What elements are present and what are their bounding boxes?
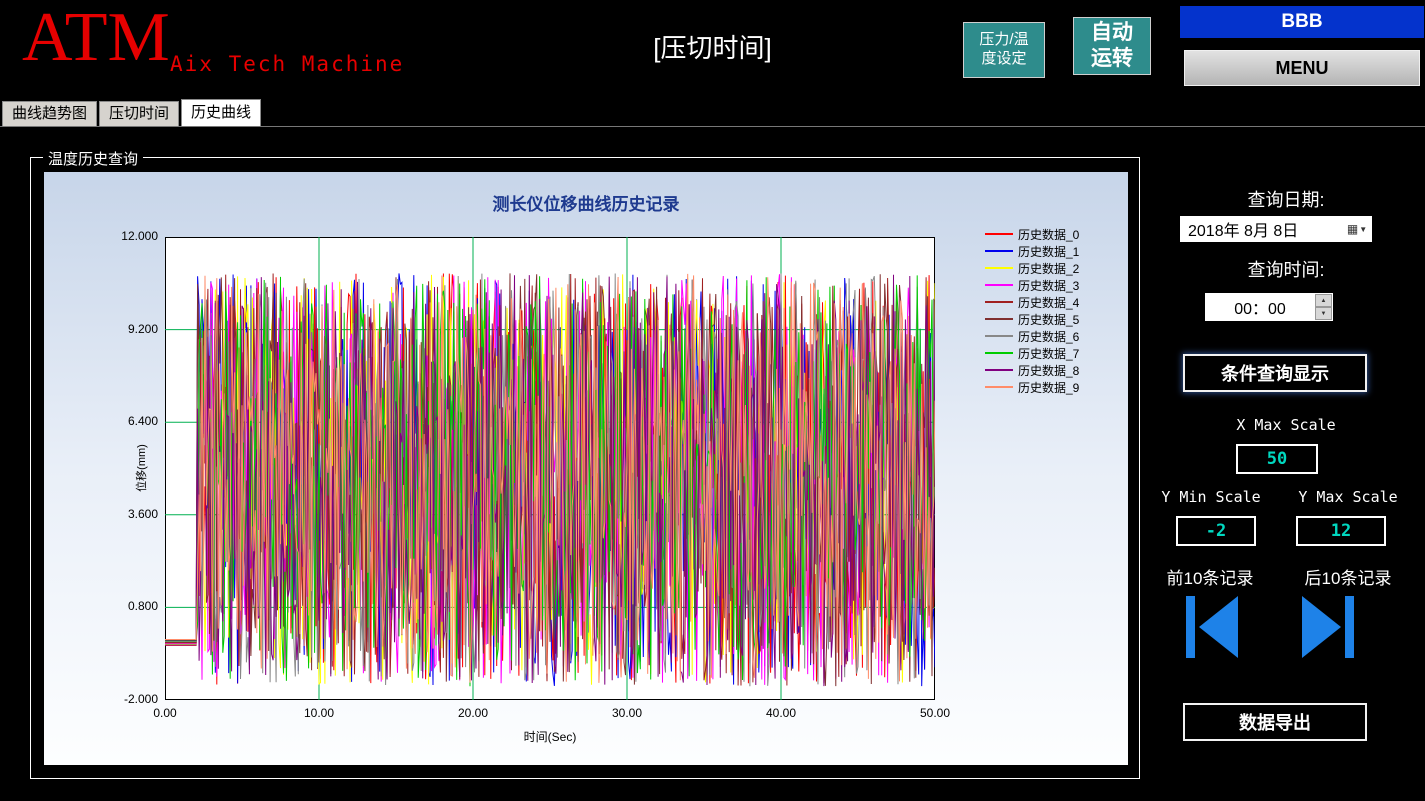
spin-down-button[interactable]: ▼	[1315, 307, 1332, 320]
x-tick-label: 50.00	[919, 706, 951, 720]
x-tick-label: 30.00	[611, 706, 643, 720]
y-max-scale-input[interactable]: 12	[1296, 516, 1386, 546]
legend-swatch	[985, 233, 1013, 235]
date-picker[interactable]: 2018年 8月 8日 ▦ ▼	[1180, 216, 1372, 242]
calendar-dropdown-button[interactable]: ▦ ▼	[1342, 216, 1372, 242]
tab-curve-trend[interactable]: 曲线趋势图	[2, 101, 98, 126]
next-10-records-button[interactable]	[1302, 596, 1354, 658]
legend-item: 历史数据_6	[985, 328, 1127, 344]
y-tick-label: 9.200	[127, 322, 158, 336]
legend-label: 历史数据_4	[1018, 295, 1080, 310]
legend-label: 历史数据_9	[1018, 380, 1080, 395]
y-tick-label: 6.400	[127, 414, 158, 428]
time-picker[interactable]: 00：00 ▲ ▼	[1205, 293, 1333, 321]
legend-swatch	[985, 301, 1013, 303]
time-value: 00：00	[1234, 301, 1286, 318]
auto-run-label-line2: 运转	[1091, 47, 1133, 70]
x-max-scale-input[interactable]: 50	[1236, 444, 1318, 474]
legend-label: 历史数据_6	[1018, 329, 1080, 344]
prev-10-records-button[interactable]	[1186, 596, 1238, 658]
y-min-scale-input[interactable]: -2	[1176, 516, 1256, 546]
chart-legend: 历史数据_0 历史数据_1 历史数据_2 历史数据_3 历史数据_4 历史数据_5 历史数据…	[985, 226, 1127, 396]
calendar-icon: ▦	[1346, 222, 1359, 236]
pressure-temp-label-line1: 压力/温	[979, 31, 1029, 49]
bbb-banner: BBB	[1180, 6, 1424, 38]
legend-item: 历史数据_1	[985, 243, 1127, 259]
conditional-query-button[interactable]: 条件查询显示	[1183, 354, 1367, 392]
date-value: 2018年 8月 8日	[1188, 223, 1299, 240]
plot-area	[165, 237, 935, 700]
legend-label: 历史数据_7	[1018, 346, 1080, 361]
auto-run-button[interactable]: 自动 运转	[1073, 17, 1151, 75]
auto-run-label-line1: 自动	[1091, 20, 1133, 44]
legend-label: 历史数据_0	[1018, 227, 1080, 242]
y-axis-label: 位移(mm)	[136, 444, 148, 492]
legend-item: 历史数据_3	[985, 277, 1127, 293]
legend-item: 历史数据_0	[985, 226, 1127, 242]
y-tick-label: 3.600	[127, 507, 158, 521]
app-header: ATM Aix Tech Machine [压切时间] 压力/温 度设定 自动 …	[0, 0, 1425, 100]
legend-swatch	[985, 250, 1013, 252]
x-tick-label: 20.00	[457, 706, 489, 720]
groupbox-title: 温度历史查询	[43, 148, 144, 169]
chart-title: 测长仪位移曲线历史记录	[492, 195, 680, 214]
legend-item: 历史数据_4	[985, 294, 1127, 310]
legend-item: 历史数据_8	[985, 362, 1127, 378]
spin-up-button[interactable]: ▲	[1315, 294, 1332, 307]
y-tick-label: -2.000	[123, 692, 158, 706]
time-spinner: ▲ ▼	[1315, 294, 1332, 320]
legend-label: 历史数据_8	[1018, 363, 1080, 378]
query-time-label: 查询时间:	[1247, 260, 1325, 280]
y-tick-label: 12.000	[121, 229, 158, 243]
y-min-scale-label: Y Min Scale	[1161, 488, 1261, 506]
menu-button[interactable]: MENU	[1184, 50, 1420, 86]
legend-label: 历史数据_5	[1018, 312, 1080, 327]
tab-bar: 曲线趋势图 压切时间 历史曲线	[0, 99, 1425, 127]
main-window: ATM Aix Tech Machine [压切时间] 压力/温 度设定 自动 …	[0, 0, 1425, 801]
legend-swatch	[985, 352, 1013, 354]
history-query-groupbox: 温度历史查询 测长仪位移曲线历史记录 12.000 9.200 6.400 3.…	[30, 148, 1140, 779]
legend-label: 历史数据_3	[1018, 278, 1080, 293]
chevron-down-icon: ▼	[1359, 224, 1368, 234]
tab-press-cut-time[interactable]: 压切时间	[99, 101, 180, 126]
x-axis-label: 时间(Sec)	[523, 730, 577, 744]
pressure-temp-label-line2: 度设定	[981, 50, 1027, 67]
legend-swatch	[985, 335, 1013, 337]
query-control-panel: 查询日期: 2018年 8月 8日 ▦ ▼ 查询时间: 00：00 ▲ ▼ 条件…	[1150, 150, 1422, 800]
next-records-label: 后10条记录	[1304, 569, 1392, 588]
legend-label: 历史数据_1	[1018, 244, 1080, 259]
legend-swatch	[985, 267, 1013, 269]
x-tick-label: 0.00	[153, 706, 177, 720]
pressure-temp-setting-button[interactable]: 压力/温 度设定	[963, 22, 1045, 78]
legend-swatch	[985, 386, 1013, 388]
legend-label: 历史数据_2	[1018, 261, 1080, 276]
query-date-label: 查询日期:	[1247, 190, 1325, 210]
tab-history-curve[interactable]: 历史曲线	[181, 99, 262, 126]
x-max-scale-label: X Max Scale	[1236, 416, 1336, 434]
legend-item: 历史数据_9	[985, 379, 1127, 395]
data-export-button[interactable]: 数据导出	[1183, 703, 1367, 741]
legend-item: 历史数据_5	[985, 311, 1127, 327]
prev-records-label: 前10条记录	[1166, 569, 1254, 588]
x-tick-label: 40.00	[765, 706, 797, 720]
x-tick-label: 10.00	[303, 706, 335, 720]
legend-swatch	[985, 318, 1013, 320]
y-tick-label: 0.800	[127, 599, 158, 613]
legend-item: 历史数据_2	[985, 260, 1127, 276]
y-max-scale-label: Y Max Scale	[1298, 488, 1398, 506]
legend-swatch	[985, 284, 1013, 286]
legend-swatch	[985, 369, 1013, 371]
legend-item: 历史数据_7	[985, 345, 1127, 361]
chart-panel: 测长仪位移曲线历史记录 12.000 9.200 6.400 3.600 0.8…	[44, 172, 1128, 765]
